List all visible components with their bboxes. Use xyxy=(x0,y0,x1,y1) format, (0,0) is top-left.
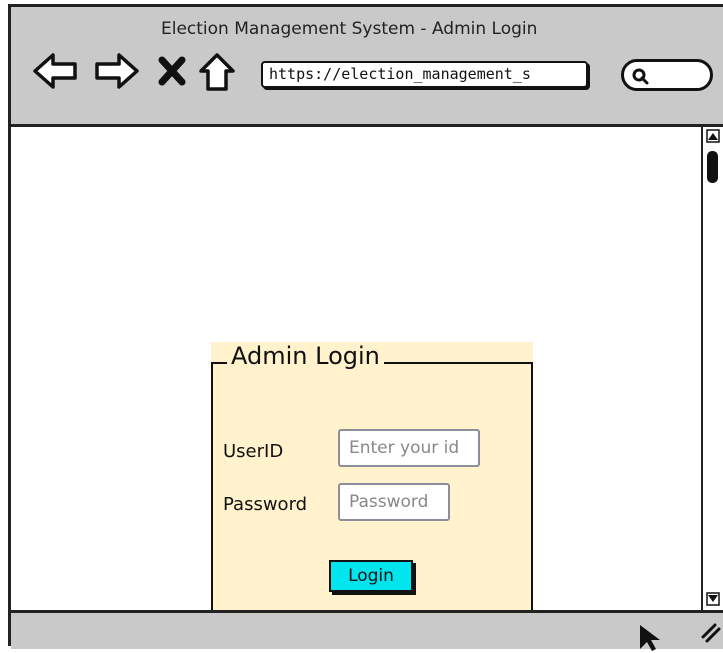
browser-toolbar: Election Management System - Admin Login… xyxy=(11,7,723,127)
close-icon[interactable] xyxy=(157,51,187,91)
password-label: Password xyxy=(223,494,308,515)
search-icon xyxy=(632,68,649,85)
scroll-thumb[interactable] xyxy=(707,151,718,183)
scroll-down-icon[interactable] xyxy=(706,592,720,606)
scroll-up-icon[interactable] xyxy=(706,129,720,143)
userid-input[interactable]: Enter your id xyxy=(338,429,480,467)
vertical-scrollbar[interactable] xyxy=(701,127,723,610)
window-title: Election Management System - Admin Login xyxy=(161,19,538,39)
login-button[interactable]: Login xyxy=(329,560,413,592)
cursor-icon xyxy=(640,625,660,651)
home-icon[interactable] xyxy=(197,51,237,95)
back-arrow-icon[interactable] xyxy=(31,51,79,91)
address-bar[interactable]: https://election_management_s xyxy=(261,61,588,88)
search-field[interactable] xyxy=(621,59,713,91)
resize-grip-icon[interactable] xyxy=(699,619,721,645)
browser-window: Election Management System - Admin Login… xyxy=(8,4,723,651)
status-bar xyxy=(11,610,723,651)
forward-arrow-icon[interactable] xyxy=(93,51,141,91)
admin-login-panel: Admin Login UserID Enter your id Passwor… xyxy=(211,342,533,618)
password-input[interactable]: Password xyxy=(338,483,450,521)
page-content: Admin Login UserID Enter your id Passwor… xyxy=(11,127,701,618)
panel-heading: Admin Login xyxy=(227,342,384,370)
userid-label: UserID xyxy=(223,441,284,462)
